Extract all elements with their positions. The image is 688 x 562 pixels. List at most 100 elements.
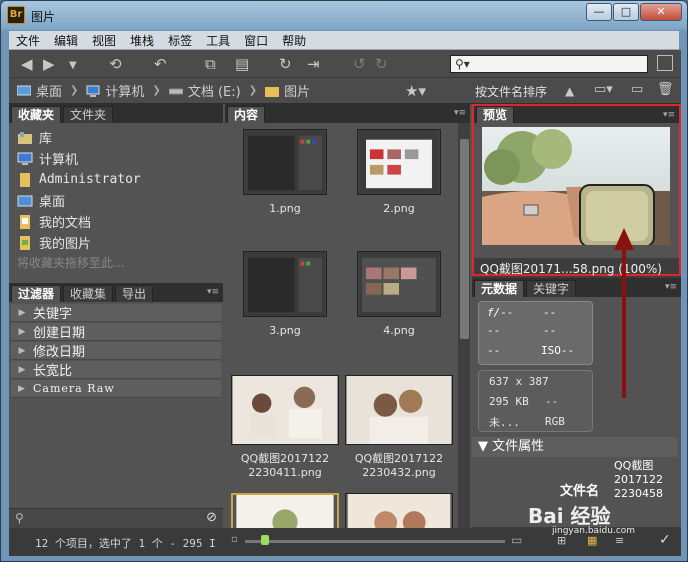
menu-help[interactable]: 帮助 [275,32,313,49]
close-button[interactable]: ✕ [640,3,682,21]
rotate-right-icon[interactable]: ↻ [375,55,388,73]
checkmark-icon[interactable]: ✓ [659,532,671,548]
thumbnail-item[interactable]: 3.png [229,251,341,338]
menu-stack[interactable]: 堆栈 [123,32,161,49]
favorite-my-documents[interactable]: 我的文档 [9,211,223,232]
thumbnail-size-slider[interactable] [245,540,505,543]
desktop-icon [17,195,33,206]
focal-value: -- [543,324,557,337]
breadcrumb-computer[interactable]: 计算机 ❯ [86,81,161,100]
menu-file[interactable]: 文件 [9,32,47,49]
filter-camera-raw[interactable]: ▶ Camera Raw [11,380,221,398]
expand-arrow-icon: ▶ [18,383,26,394]
output-icon[interactable]: ⇥ [307,55,320,73]
sort-dropdown[interactable]: 按文件名排序 [475,83,547,100]
toolbar-main: ◀ ▶ ▼ ⟲ ↶ ⧉ ▤ ↻ ⇥ ↺ ↻ ⚲▾ [9,50,681,78]
drive-icon [168,88,183,94]
scrollbar-thumb[interactable] [460,139,469,339]
thumbnail-label: 4.png [383,324,415,337]
content-scrollbar[interactable] [459,123,470,528]
breadcrumb-desktop[interactable]: 桌面 ❯ [17,81,78,100]
pin-icon[interactable]: ⚲ [15,511,24,525]
thumbnail-item-selected[interactable] [229,493,341,528]
tab-preview[interactable]: 预览 [476,106,515,123]
filename-value: QQ截图 2017122 2230458 [614,459,663,500]
menu-bar: 文件 编辑 视图 堆栈 标签 工具 窗口 帮助 [9,31,679,50]
zoom-in-icon[interactable]: ▭ [511,533,522,547]
filter-date-created[interactable]: ▶ 创建日期 [11,323,221,341]
tab-collections[interactable]: 收藏集 [63,285,114,302]
breadcrumb-drive[interactable]: 文档 (E:) ❯ [168,81,257,100]
minimize-button[interactable]: — [586,3,612,21]
thumbnail-label: 1.png [269,202,301,215]
thumbnail-item[interactable]: QQ截图2017122 2230411.png [229,375,341,480]
folder-icon [20,172,30,187]
favorite-desktop[interactable]: 桌面 [9,190,223,211]
preview-image[interactable] [482,127,670,245]
camera-import-icon[interactable]: ⧉ [205,55,216,73]
maximize-button[interactable]: □ [613,3,639,21]
menu-view[interactable]: 视图 [85,32,123,49]
slider-knob[interactable] [260,535,269,545]
thumbnail-label: QQ截图2017122 2230432.png [354,452,444,479]
compact-mode-icon[interactable] [657,55,673,71]
expand-arrow-icon: ▶ [18,345,26,356]
library-icon [18,131,32,144]
title-bar: Br 图片 — □ ✕ [1,1,687,31]
camera-data-card: f/-- -- -- -- -- ISO-- [478,301,593,365]
tab-export[interactable]: 导出 [115,285,154,302]
menu-tools[interactable]: 工具 [199,32,237,49]
new-folder-icon[interactable]: ▭ [631,81,643,99]
thumbnail-label: QQ截图2017122 2230411.png [240,452,330,479]
preview-highlight: 预览 ▾≡ QQ截图20171...58.png (100%) [472,104,681,276]
tab-filter[interactable]: 过滤器 [11,285,62,302]
favorites-tabbar: 收藏夹 文件夹 [9,104,223,123]
favorite-administrator[interactable]: Administrator [9,169,223,190]
filter-date-modified[interactable]: ▶ 修改日期 [11,342,221,360]
documents-icon [20,214,30,229]
go-parent-icon[interactable]: ⟲ [109,55,122,73]
clear-filter-icon[interactable]: ⊘ [206,510,217,525]
favorites-star-icon[interactable]: ★▾ [405,82,426,100]
filter-keywords[interactable]: ▶ 关键字 [11,304,221,322]
rotate-left-icon[interactable]: ↺ [353,55,366,73]
favorite-my-pictures[interactable]: 我的图片 [9,232,223,253]
back-icon[interactable]: ◀ [21,55,33,73]
thumbnail-item[interactable]: QQ截图2017122 2230432.png [343,375,455,480]
panel-menu-icon[interactable]: ▾≡ [663,110,675,120]
thumbnail-item[interactable]: 2.png [343,129,455,216]
sort-direction-icon[interactable]: ▲ [565,82,574,100]
filter-aspect-ratio[interactable]: ▶ 长宽比 [11,361,221,379]
forward-icon[interactable]: ▶ [43,55,55,73]
history-dropdown-icon[interactable]: ▼ [69,57,77,75]
favorites-list: 库 计算机 Administrator 桌面 我的文档 我的图片 将收藏夹拖移至… [9,123,223,283]
panel-menu-icon[interactable]: ▾≡ [665,282,677,292]
menu-window[interactable]: 窗口 [237,32,275,49]
favorite-computer[interactable]: 计算机 [9,148,223,169]
open-in-camera-raw-icon[interactable]: ↻ [279,55,292,73]
thumbnail-item[interactable]: 1.png [229,129,341,216]
zoom-out-icon[interactable]: ▫ [231,534,238,545]
trash-icon[interactable]: 🗑 [657,81,674,99]
panel-menu-icon[interactable]: ▾≡ [207,287,219,297]
search-input[interactable]: ⚲▾ [450,55,648,73]
thumbnail-item[interactable] [343,493,455,528]
menu-edit[interactable]: 编辑 [47,32,85,49]
file-properties-header[interactable]: ▼ 文件属性 [472,437,677,457]
tab-favorites[interactable]: 收藏夹 [11,106,62,123]
breadcrumb-pictures[interactable]: 图片 [265,81,310,100]
thumbnail-item[interactable]: 4.png [343,251,455,338]
computer-icon [17,152,33,165]
tab-metadata[interactable]: 元数据 [474,280,525,297]
content-tabbar: 内容 ▾≡ [225,104,470,123]
reveal-recent-icon[interactable]: ↶ [154,55,167,73]
refine-icon[interactable]: ▤ [235,55,249,73]
tab-folders[interactable]: 文件夹 [63,106,114,123]
tab-keywords[interactable]: 关键字 [526,280,577,297]
menu-label[interactable]: 标签 [161,32,199,49]
panel-menu-icon[interactable]: ▾≡ [454,108,466,118]
open-recent-folder-icon[interactable]: ▭▾ [594,81,613,99]
favorite-library[interactable]: 库 [9,127,223,148]
tab-content[interactable]: 内容 [227,106,266,123]
right-panel: 预览 ▾≡ QQ截图20171...58.png (100%) 元数据 关键字 … [472,104,681,528]
